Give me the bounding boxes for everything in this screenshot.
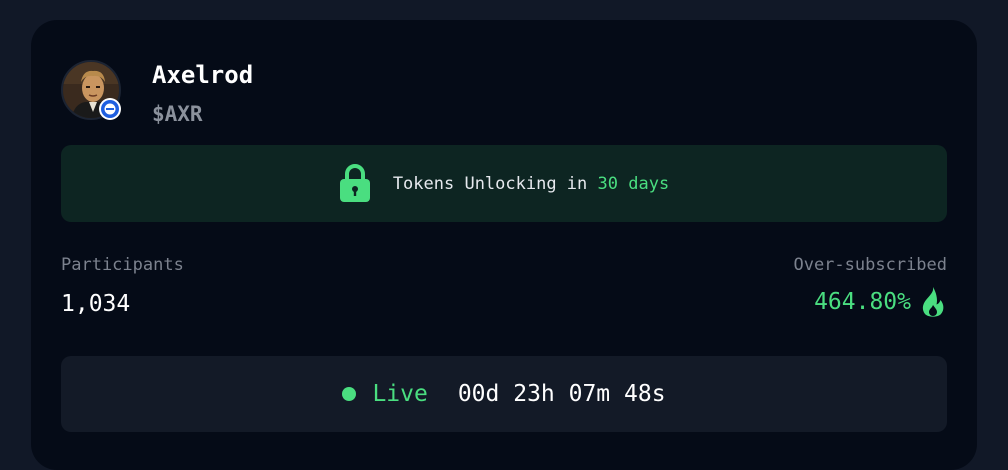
live-label: Live [372, 381, 428, 407]
oversubscribed-value: 464.80% [814, 289, 911, 315]
participants-label: Participants [61, 255, 184, 275]
chain-badge [99, 98, 121, 120]
oversubscribed-label: Over-subscribed [793, 255, 947, 275]
live-status-bar: Live 00d 23h 07m 48s [61, 356, 947, 432]
unlock-days: 30 days [597, 173, 670, 194]
participants-value: 1,034 [61, 291, 131, 317]
token-name: Axelrod [152, 61, 254, 89]
unlock-banner: Tokens Unlocking in 30 days [61, 145, 947, 222]
live-indicator-dot [342, 387, 357, 401]
token-header: Axelrod $AXR [61, 60, 461, 150]
oversubscribed-stat: 464.80% [814, 286, 945, 318]
token-symbol: $AXR [152, 102, 203, 126]
countdown-timer: 00d 23h 07m 48s [457, 381, 666, 407]
lock-icon [339, 163, 370, 202]
unlock-text: Tokens Unlocking in [392, 173, 588, 194]
base-chain-icon [101, 100, 119, 118]
fire-icon [922, 287, 944, 317]
token-sale-card: Axelrod $AXR Tokens Unlocking in 30 days… [31, 20, 977, 470]
